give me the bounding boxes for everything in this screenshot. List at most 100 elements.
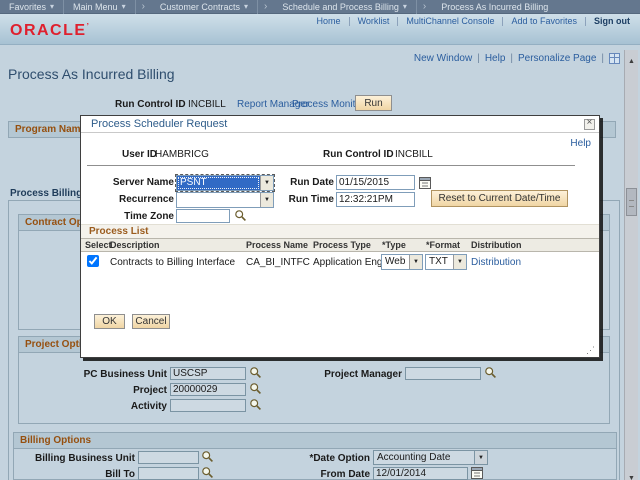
link-add-to-favorites[interactable]: Add to Favorites (511, 16, 577, 26)
dropdown-arrow-icon[interactable] (453, 255, 466, 269)
breadcrumb-label: Main Menu (73, 0, 118, 14)
dropdown-arrow-icon[interactable] (409, 255, 422, 269)
run-time-label: Run Time (241, 194, 334, 205)
dropdown-arrow-icon[interactable] (474, 451, 487, 464)
pc-business-unit-field[interactable] (170, 367, 246, 380)
personalize-grid-icon[interactable] (609, 53, 620, 64)
billing-business-unit-label: Billing Business Unit (18, 453, 135, 464)
dialog-titlebar[interactable]: Process Scheduler Request (81, 116, 599, 133)
col-distribution: Distribution (471, 240, 522, 250)
close-icon[interactable] (584, 119, 595, 130)
section-billing-options: Billing Options (13, 432, 617, 449)
breadcrumb-label: Schedule and Process Billing (282, 0, 399, 14)
link-home[interactable]: Home (317, 16, 341, 26)
cancel-button[interactable]: Cancel (132, 314, 170, 329)
date-option-label: *Date Option (280, 453, 370, 464)
app-header: ORACLE Home Worklist MultiChannel Consol… (0, 14, 640, 45)
breadcrumb-item-favorites[interactable]: Favorites (0, 0, 64, 14)
type-value: Web (382, 255, 409, 269)
divider (585, 17, 586, 26)
personalize-page-link[interactable]: Personalize Page (518, 53, 596, 64)
divider: | (477, 53, 480, 64)
new-window-link[interactable]: New Window (414, 53, 472, 64)
project-field[interactable] (170, 383, 246, 396)
user-id-value: HAMBRICG (155, 149, 209, 160)
project-manager-field[interactable] (405, 367, 481, 380)
run-button[interactable]: Run (355, 95, 392, 111)
billing-business-unit-lookup-icon[interactable] (201, 450, 214, 463)
utility-bar: New Window | Help | Personalize Page | (414, 53, 620, 64)
breadcrumb-item-schedule-process-billing[interactable]: Schedule and Process Billing (273, 0, 417, 14)
run-time-field[interactable] (336, 192, 415, 207)
billing-business-unit-field[interactable] (138, 451, 199, 464)
help-link[interactable]: Help (485, 53, 506, 64)
dialog-title: Process Scheduler Request (91, 118, 227, 130)
modal-run-control-id-label: Run Control ID (323, 149, 394, 160)
from-date-field[interactable] (373, 467, 468, 480)
ok-button[interactable]: OK (94, 314, 125, 329)
project-manager-lookup-icon[interactable] (484, 366, 497, 379)
user-id-label: User ID (122, 149, 157, 160)
col-format: *Format (426, 240, 460, 250)
breadcrumb-item-customer-contracts[interactable]: Customer Contracts (151, 0, 258, 14)
process-name: CA_BI_INTFC (246, 257, 310, 268)
link-multichannel-console[interactable]: MultiChannel Console (406, 16, 494, 26)
dialog-help-link[interactable]: Help (570, 138, 591, 149)
run-date-calendar-icon[interactable] (419, 176, 432, 189)
process-list-title: Process List (89, 225, 148, 239)
format-select[interactable]: TXT (425, 254, 467, 270)
scrollbar-thumb[interactable] (626, 188, 637, 216)
col-description: Description (110, 240, 160, 250)
reset-date-time-button[interactable]: Reset to Current Date/Time (431, 190, 568, 207)
section-label: Program Name (15, 124, 86, 135)
activity-lookup-icon[interactable] (249, 398, 262, 411)
divider (502, 17, 503, 26)
col-type: *Type (382, 240, 406, 250)
link-worklist[interactable]: Worklist (358, 16, 390, 26)
distribution-link[interactable]: Distribution (471, 257, 521, 268)
run-control-id-label: Run Control ID (115, 99, 186, 110)
project-lookup-icon[interactable] (249, 382, 262, 395)
bill-to-field[interactable] (138, 467, 199, 480)
run-date-field[interactable] (336, 175, 415, 190)
application-window: Favorites Main Menu Customer Contracts S… (0, 0, 640, 480)
breadcrumb-item-main-menu[interactable]: Main Menu (64, 0, 136, 14)
page-title: Process As Incurred Billing (8, 66, 175, 82)
breadcrumb-item-current-page: Process As Incurred Billing (432, 0, 557, 14)
breadcrumb-label: Favorites (9, 0, 46, 14)
recurrence-label: Recurrence (81, 194, 174, 205)
scroll-down-icon[interactable] (625, 467, 638, 480)
time-zone-field[interactable] (176, 209, 230, 223)
time-zone-lookup-icon[interactable] (234, 209, 247, 222)
resize-handle-icon[interactable] (586, 345, 595, 356)
modal-run-control-id-value: INCBILL (395, 149, 433, 160)
scrollbar[interactable] (624, 50, 638, 480)
bill-to-lookup-icon[interactable] (201, 466, 214, 479)
pc-business-unit-lookup-icon[interactable] (249, 366, 262, 379)
breadcrumb-separator-icon (258, 1, 273, 12)
chevron-down-icon (244, 0, 248, 14)
oracle-logo: ORACLE (10, 22, 90, 40)
process-table-header-row: Select Description Process Name Process … (81, 238, 599, 252)
from-date-label: From Date (280, 469, 370, 480)
breadcrumb: Favorites Main Menu Customer Contracts S… (0, 0, 640, 14)
bill-to-label: Bill To (18, 469, 135, 480)
from-date-calendar-icon[interactable] (471, 466, 484, 479)
process-description: Contracts to Billing Interface (110, 257, 235, 268)
date-option-value: Accounting Date (374, 451, 474, 464)
scroll-up-icon[interactable] (625, 50, 638, 63)
chevron-down-icon (50, 0, 54, 14)
divider: | (601, 53, 604, 64)
breadcrumb-separator-icon (417, 1, 432, 12)
link-sign-out[interactable]: Sign out (594, 16, 630, 26)
process-select-checkbox[interactable] (87, 255, 99, 267)
date-option-select[interactable]: Accounting Date (373, 450, 488, 465)
process-list-header: Process List (81, 224, 599, 238)
type-select[interactable]: Web (381, 254, 423, 270)
process-monitor-link[interactable]: Process Monitor (292, 99, 364, 110)
process-scheduler-request-dialog: Process Scheduler Request Help User ID H… (80, 115, 600, 358)
divider (397, 17, 398, 26)
activity-field[interactable] (170, 399, 246, 412)
divider (349, 17, 350, 26)
breadcrumb-separator-icon (136, 1, 151, 12)
